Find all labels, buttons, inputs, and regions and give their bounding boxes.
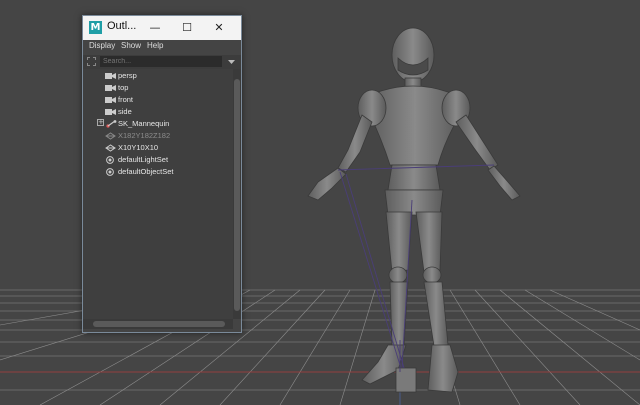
camera-icon: [105, 109, 116, 115]
outliner-item-side[interactable]: side: [83, 106, 233, 118]
outliner-item-label: top: [118, 83, 129, 92]
expand-icon[interactable]: +: [97, 119, 104, 126]
search-input[interactable]: [100, 56, 222, 67]
chevron-down-icon[interactable]: [225, 56, 238, 67]
outliner-tree[interactable]: persp top front side + SK_Mannequin X182…: [83, 69, 233, 319]
locator-icon: [105, 132, 116, 140]
menu-show[interactable]: Show: [121, 41, 141, 50]
filter-icon[interactable]: [87, 57, 96, 66]
outliner-item-default-light-set[interactable]: defaultLightSet: [83, 154, 233, 166]
close-button[interactable]: ✕: [205, 16, 233, 40]
title-bar[interactable]: M Outl... — ☐ ✕: [83, 16, 241, 40]
window-title: Outl...: [107, 20, 137, 32]
skeleton-icon: [106, 120, 117, 128]
outliner-window[interactable]: M Outl... — ☐ ✕ Display Show Help persp …: [82, 15, 242, 333]
outliner-item-top[interactable]: top: [83, 82, 233, 94]
outliner-item-default-object-set[interactable]: defaultObjectSet: [83, 166, 233, 178]
outliner-item-label: SK_Mannequin: [118, 119, 170, 128]
camera-icon: [105, 85, 116, 91]
outliner-item-label: side: [118, 107, 132, 116]
search-row: [83, 55, 241, 69]
camera-icon: [105, 73, 116, 79]
vertical-scrollbar[interactable]: [233, 69, 241, 319]
menu-display[interactable]: Display: [89, 41, 115, 50]
minimize-button[interactable]: —: [141, 16, 169, 40]
set-icon: [106, 168, 114, 176]
set-icon: [106, 156, 114, 164]
outliner-item-locator-10[interactable]: X10Y10X10: [83, 142, 233, 154]
outliner-item-label: defaultLightSet: [118, 155, 169, 164]
outliner-item-label: defaultObjectSet: [118, 167, 174, 176]
horizontal-scrollbar[interactable]: [83, 319, 233, 329]
root-joint-box: [395, 367, 417, 393]
maya-logo-icon: M: [89, 21, 102, 34]
outliner-item-persp[interactable]: persp: [83, 70, 233, 82]
horizontal-scroll-thumb[interactable]: [93, 321, 225, 327]
menu-help[interactable]: Help: [147, 41, 163, 50]
outliner-item-locator-182[interactable]: X182Y182Z182: [83, 130, 233, 142]
menu-bar: Display Show Help: [83, 40, 241, 55]
outliner-item-front[interactable]: front: [83, 94, 233, 106]
outliner-item-label: X10Y10X10: [118, 143, 159, 152]
outliner-item-label: persp: [118, 71, 137, 80]
locator-icon: [105, 144, 116, 152]
outliner-item-label: X182Y182Z182: [118, 131, 171, 140]
camera-icon: [105, 97, 116, 103]
outliner-item-label: front: [118, 95, 134, 104]
outliner-item-sk-mannequin[interactable]: + SK_Mannequin: [83, 118, 233, 130]
vertical-scroll-thumb[interactable]: [234, 79, 240, 311]
maximize-button[interactable]: ☐: [173, 16, 201, 40]
